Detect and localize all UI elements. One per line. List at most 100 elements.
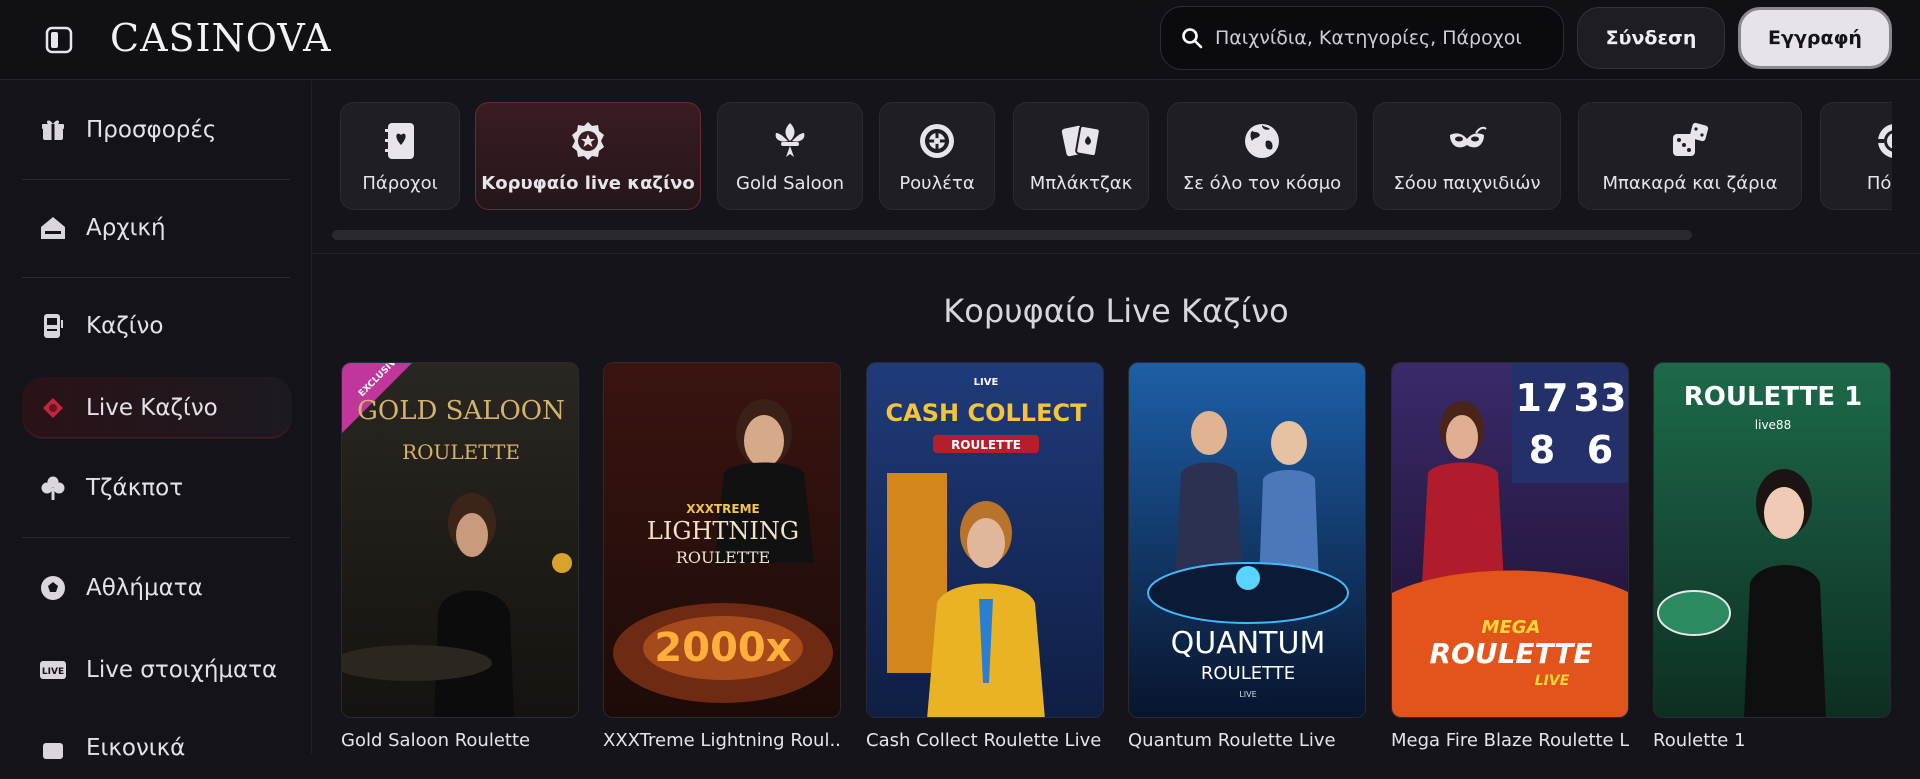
sidebar-item-live-casino[interactable]: Live Καζίνο <box>22 377 292 439</box>
category-worldwide[interactable]: Σε όλο τον κόσμο <box>1167 102 1357 210</box>
sidebar-item-label: Αθλήματα <box>86 575 203 601</box>
casinova-logo[interactable]: CASINOVA <box>110 16 332 60</box>
sidebar-item-casino[interactable]: Καζίνο <box>22 295 292 357</box>
game-name[interactable]: Gold Saloon Roulette <box>341 730 579 751</box>
game-name[interactable]: Quantum Roulette Live <box>1128 730 1366 751</box>
sidebar-item-label: Live Καζίνο <box>86 395 218 421</box>
sidebar-item-label: Εικονικά <box>86 735 186 761</box>
game-name[interactable]: Roulette 1 <box>1653 730 1891 751</box>
slot-machine-icon <box>38 311 68 341</box>
soccer-ball-icon <box>38 573 68 603</box>
register-button[interactable]: Εγγραφή <box>1738 7 1892 69</box>
login-button[interactable]: Σύνδεση <box>1577 7 1725 69</box>
search-input[interactable] <box>1215 27 1555 49</box>
section-title: Κορυφαίο Live Καζίνο <box>943 292 1289 330</box>
category-roulette[interactable]: Ρουλέτα <box>879 102 995 210</box>
section-divider <box>312 253 1920 254</box>
live-casino-icon <box>38 393 68 423</box>
gift-icon <box>38 115 68 145</box>
game-thumbnail[interactable]: EXCLUSIVE GOLD SALOON ROULETTE <box>341 362 579 718</box>
game-art-title: GOLD SALOON <box>357 396 565 426</box>
home-icon <box>38 213 68 243</box>
game-tile-gold-saloon-roulette[interactable]: EXCLUSIVE GOLD SALOON ROULETTE Gold Salo… <box>341 362 579 751</box>
category-label: Πάροχοι <box>362 172 438 194</box>
game-tile-roulette-1[interactable]: ROULETTE 1 live88 Roulette 1 <box>1653 362 1891 751</box>
category-label: Ρουλέτα <box>899 172 975 194</box>
game-art-multiplier: 2000x <box>654 625 791 671</box>
sidebar-item-virtual[interactable]: Εικονικά <box>22 717 292 779</box>
game-art-number: 33 <box>1574 376 1627 420</box>
top-star-badge-icon <box>567 119 609 163</box>
sidebar-item-label: Αρχική <box>86 215 166 241</box>
category-blackjack[interactable]: Μπλάκτζακ <box>1013 102 1149 210</box>
category-label: Σόου παιχνιδιών <box>1393 172 1541 194</box>
game-art-sub: live88 <box>1755 418 1791 432</box>
fleur-de-lis-icon <box>770 119 810 163</box>
game-art-tag: XXXTREME <box>686 502 760 516</box>
sidebar-item-label: Live στοιχήματα <box>86 657 278 683</box>
game-art-sub: ROULETTE <box>1201 663 1295 684</box>
category-baccarat-dice[interactable]: Μπακαρά και ζάρια <box>1578 102 1802 210</box>
game-tile-mega-fire-blaze-roulette[interactable]: 17 33 8 6 MEGA ROULETTE LIVE Mega Fire B… <box>1391 362 1629 751</box>
category-label: Πόκερ <box>1866 172 1892 194</box>
game-art-tag: LIVE <box>1239 690 1256 699</box>
game-art-title: CASH COLLECT <box>886 399 1088 427</box>
sidebar-divider <box>22 179 290 180</box>
game-name[interactable]: XXXTreme Lightning Roul... <box>603 730 841 751</box>
sidebar-item-jackpot[interactable]: Τζάκποτ <box>22 457 292 519</box>
globe-icon <box>1242 119 1282 163</box>
category-game-shows[interactable]: Σόου παιχνιδιών <box>1373 102 1561 210</box>
game-thumbnail[interactable]: 17 33 8 6 MEGA ROULETTE LIVE <box>1391 362 1629 718</box>
game-art-sub: ROULETTE <box>402 440 520 464</box>
clover-icon <box>38 473 68 503</box>
top-header: CASINOVA Σύνδεση Εγγραφή <box>0 0 1920 80</box>
category-label: Gold Saloon <box>736 172 844 194</box>
game-tile-xxxtreme-lightning-roulette[interactable]: XXXTREME LIGHTNING ROULETTE 2000x XXXTre… <box>603 362 841 751</box>
game-thumbnail[interactable]: QUANTUM ROULETTE LIVE <box>1128 362 1366 718</box>
mask-icon <box>1446 119 1488 163</box>
category-providers[interactable]: Πάροχοι <box>340 102 460 210</box>
roulette-icon <box>917 119 957 163</box>
game-art-tag: MEGA <box>1482 617 1541 638</box>
category-top-live-casino[interactable]: Κορυφαίο live καζίνο <box>475 102 701 210</box>
game-art-sub: ROULETTE <box>951 438 1021 452</box>
game-art-title: QUANTUM <box>1171 626 1326 661</box>
game-thumbnail[interactable]: LIVE CASH COLLECT ROULETTE <box>866 362 1104 718</box>
search-box[interactable] <box>1160 6 1564 70</box>
game-name[interactable]: Cash Collect Roulette Live <box>866 730 1104 751</box>
sidebar-toggle-icon[interactable] <box>42 23 76 57</box>
category-label: Μπακαρά και ζάρια <box>1602 172 1778 194</box>
game-art-number: 17 <box>1516 376 1569 420</box>
game-tile-cash-collect-roulette[interactable]: LIVE CASH COLLECT ROULETTE Cash Collect … <box>866 362 1104 751</box>
category-label: Μπλάκτζακ <box>1029 172 1133 194</box>
game-art-number: 8 <box>1529 428 1555 472</box>
category-label: Κορυφαίο live καζίνο <box>481 172 695 194</box>
game-art-sub: LIVE <box>1535 673 1570 689</box>
sidebar-item-live-betting[interactable]: LIVE Live στοιχήματα <box>22 639 292 701</box>
virtual-icon <box>38 733 68 763</box>
game-art-title: ROULETTE 1 <box>1684 382 1863 412</box>
category-gold-saloon[interactable]: Gold Saloon <box>717 102 863 210</box>
live-badge-icon: LIVE <box>38 655 68 685</box>
sidebar-divider <box>22 537 290 538</box>
game-name[interactable]: Mega Fire Blaze Roulette L... <box>1391 730 1629 751</box>
poker-chip-icon <box>1875 119 1892 163</box>
sidebar-item-home[interactable]: Αρχική <box>22 197 292 259</box>
category-label: Σε όλο τον κόσμο <box>1182 172 1342 194</box>
dice-icon <box>1669 119 1711 163</box>
sidebar-item-promotions[interactable]: Προσφορές <box>22 99 292 161</box>
sidebar-item-sports[interactable]: Αθλήματα <box>22 557 292 619</box>
category-poker[interactable]: Πόκερ <box>1820 102 1892 210</box>
category-strip: Πάροχοι Κορυφαίο live καζίνο Gold Saloon… <box>332 102 1892 212</box>
game-thumbnail[interactable]: ROULETTE 1 live88 <box>1653 362 1891 718</box>
game-art-title: ROULETTE <box>1429 637 1592 670</box>
game-thumbnail[interactable]: XXXTREME LIGHTNING ROULETTE 2000x <box>603 362 841 718</box>
sidebar-item-label: Καζίνο <box>86 313 164 339</box>
game-art-number: 6 <box>1587 428 1613 472</box>
game-tile-quantum-roulette[interactable]: QUANTUM ROULETTE LIVE Quantum Roulette L… <box>1128 362 1366 751</box>
category-scrollbar[interactable] <box>332 230 1692 240</box>
cards-icon <box>1060 119 1102 163</box>
sidebar-item-label: Προσφορές <box>86 117 217 143</box>
svg-text:LIVE: LIVE <box>42 667 64 677</box>
sidebar-divider <box>22 277 290 278</box>
